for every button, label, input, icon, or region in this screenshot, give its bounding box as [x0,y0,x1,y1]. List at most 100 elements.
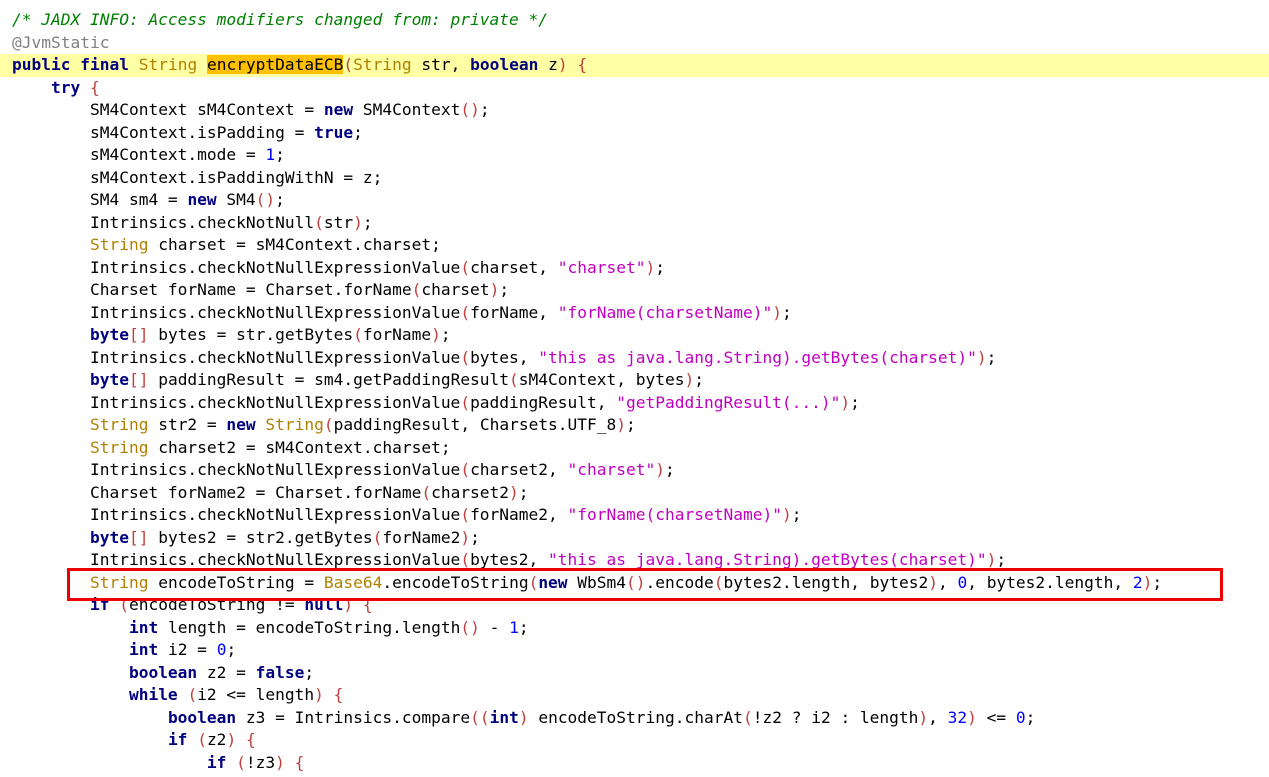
code-line[interactable]: if (encodeToString != null) { [0,594,1269,617]
code-token-punct: ( [411,280,422,299]
code-token-plain: forName2, [470,505,568,524]
code-line[interactable]: sM4Context.mode = 1; [0,144,1269,167]
code-line[interactable]: SM4Context sM4Context = new SM4Context()… [0,99,1269,122]
code-token-plain: Charset forName2 = Charset.forName [89,482,422,502]
code-line[interactable]: String charset2 = sM4Context.charset; [0,437,1269,460]
code-token-punct: ( [460,257,471,277]
code-token-punct: ) [314,685,324,704]
code-token-type: String [265,415,324,434]
code-line[interactable]: sM4Context.isPaddingWithN = z; [0,167,1269,190]
code-line-boxed[interactable]: String encodeToString = Base64.encodeToS… [0,572,1269,595]
code-token-punct: ( [353,325,363,344]
code-line[interactable]: byte[] paddingResult = sm4.getPaddingRes… [0,369,1269,392]
code-line[interactable]: Intrinsics.checkNotNullExpressionValue(b… [0,549,1269,572]
code-line[interactable]: if (z2) { [0,729,1269,752]
code-line[interactable]: boolean z3 = Intrinsics.compare((int) en… [0,707,1269,730]
code-token-punct: ( [460,550,471,569]
code-token-punct: ) [616,415,627,434]
code-line[interactable]: byte[] bytes2 = str2.getBytes(forName2); [0,527,1269,550]
code-line[interactable]: Intrinsics.checkNotNullExpressionValue(f… [0,302,1269,325]
code-token-kw: int [489,707,519,727]
code-token-plain: bytes2 = str2.getBytes [148,527,373,547]
code-token-plain: ; [996,550,1007,569]
code-token-plain: Intrinsics.checkNotNullExpressionValue [89,550,461,569]
code-line[interactable]: String charset = sM4Context.charset; [0,234,1269,257]
code-line[interactable]: try { [0,77,1269,100]
code-token-plain: charset [421,280,490,299]
code-token-plain: sM4Context.isPaddingWithN = z; [89,167,383,187]
code-token-str: "charset" [567,460,656,479]
code-token-punct: ( [323,415,334,434]
code-token-plain: , bytes2.length, [967,572,1133,592]
code-token-punct: ) [928,572,938,592]
code-token-punct: [] [128,527,149,547]
code-token-punct: ) [967,707,977,727]
code-line[interactable]: Intrinsics.checkNotNullExpressionValue(p… [0,392,1269,415]
code-line-current[interactable]: public final String encryptDataECB(Strin… [0,54,1269,77]
code-token-punct: ) [226,730,237,749]
code-line[interactable]: Charset forName = Charset.forName(charse… [0,279,1269,302]
code-token-plain: ; [986,347,997,367]
code-line[interactable]: byte[] bytes = str.getBytes(forName); [0,324,1269,347]
code-line[interactable]: SM4 sm4 = new SM4(); [0,189,1269,212]
code-line[interactable]: sM4Context.isPadding = true; [0,122,1269,145]
code-line[interactable]: @JvmStatic [0,32,1269,55]
code-line[interactable]: Charset forName2 = Charset.forName(chars… [0,482,1269,505]
code-line[interactable]: Intrinsics.checkNotNullExpressionValue(c… [0,459,1269,482]
code-line[interactable]: int i2 = 0; [0,639,1269,662]
code-token-punct: ) [976,347,987,367]
code-line[interactable]: Intrinsics.checkNotNullExpressionValue(c… [0,257,1269,280]
code-token-kw: if [167,730,188,749]
code-token-plain: encodeToString = [148,572,324,592]
code-token-punct: [] [128,325,149,344]
code-token-kw: byte [89,527,129,547]
code-token-str: "this as java.lang.String).getBytes(char… [538,347,977,367]
code-token-punct: { [294,752,305,772]
code-token-plain: i2 = [158,640,217,659]
code-token-punct: ) [557,55,568,74]
code-token-type: String [138,55,198,74]
code-line[interactable]: String str2 = new String(paddingResult, … [0,414,1269,437]
code-token-plain: z2 [206,730,227,749]
code-token-punct: ) [655,460,665,479]
code-line[interactable]: Intrinsics.checkNotNullExpressionValue(f… [0,504,1269,527]
code-line[interactable]: if (!z3) { [0,752,1269,775]
code-line[interactable]: Intrinsics.checkNotNullExpressionValue(b… [0,347,1269,370]
code-editor[interactable]: /* JADX INFO: Access modifiers changed f… [0,9,1269,774]
code-token-plain: sM4Context, bytes [518,370,685,389]
code-token-punct: () [460,100,480,119]
code-token-plain: bytes, [470,347,539,367]
code-token-hl[interactable]: encryptDataECB [206,55,344,74]
code-line[interactable]: while (i2 <= length) { [0,684,1269,707]
code-token-plain: - [479,617,510,637]
code-token-plain: Intrinsics.checkNotNullExpressionValue [89,460,461,479]
code-token-kw: if [206,752,227,772]
code-token-num: 2 [1132,572,1143,592]
code-token-kw: boolean [167,707,237,727]
code-line[interactable]: int length = encodeToString.length() - 1… [0,617,1269,640]
code-line[interactable]: boolean z2 = false; [0,662,1269,685]
code-token-punct: ( [509,370,519,389]
code-line[interactable]: Intrinsics.checkNotNull(str); [0,212,1269,235]
code-token-num: 32 [947,707,968,727]
code-token-plain: str [323,212,354,232]
code-token-punct: [] [128,370,149,389]
code-line[interactable]: /* JADX INFO: Access modifiers changed f… [0,9,1269,32]
code-token-plain: ; [499,280,510,299]
code-token-type: String [89,572,149,592]
code-token-punct: { [333,685,344,704]
